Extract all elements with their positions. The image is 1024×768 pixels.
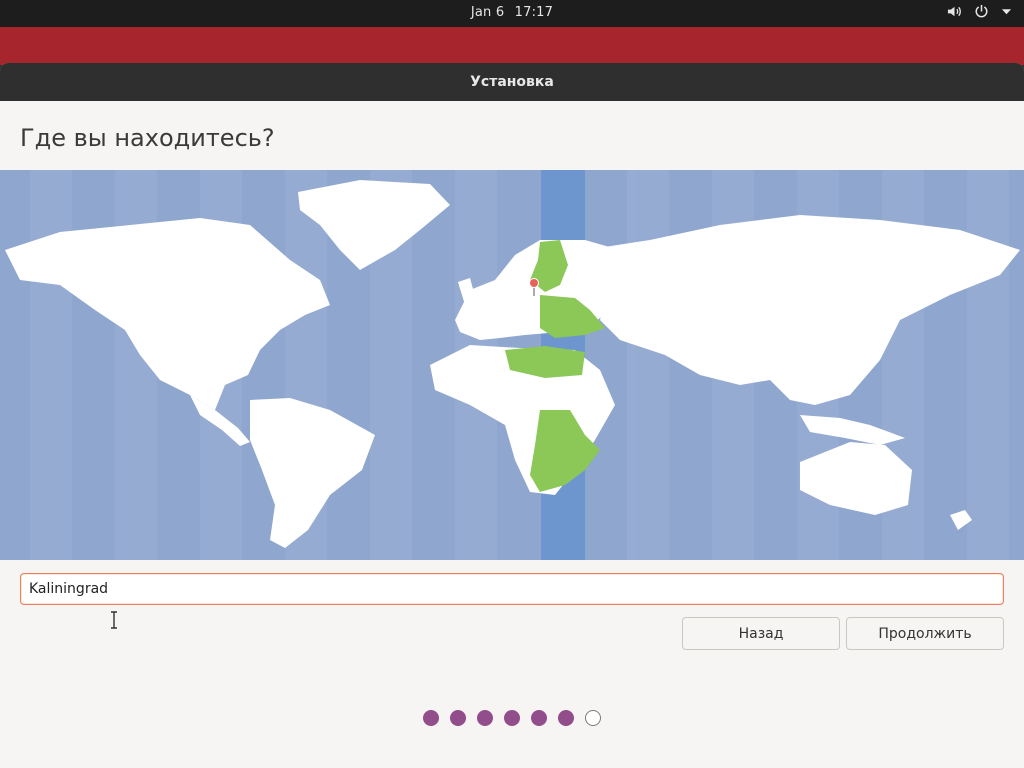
clock-date: Jan 6 (470, 5, 505, 20)
progress-indicator (0, 710, 1024, 726)
location-input[interactable] (20, 573, 1004, 605)
progress-dot (423, 710, 439, 726)
back-button[interactable]: Назад (682, 617, 840, 650)
installer-window: Установка Где вы находитесь? Kaliningrad… (0, 63, 1024, 768)
progress-dot (477, 710, 493, 726)
clock[interactable]: Jan 6 17:17 (0, 5, 1024, 20)
clock-time: 17:17 (514, 5, 554, 20)
top-bar: Jan 6 17:17 (0, 0, 1024, 27)
world-timezone-map[interactable] (0, 170, 1024, 560)
progress-dot (585, 710, 601, 726)
desktop-background (0, 27, 1024, 65)
chevron-down-icon[interactable] (1001, 6, 1012, 17)
page-heading: Где вы находитесь? (20, 124, 275, 152)
window-title: Установка (0, 63, 1024, 101)
progress-dot (531, 710, 547, 726)
power-icon[interactable] (974, 4, 989, 19)
continue-button[interactable]: Продолжить (846, 617, 1004, 650)
progress-dot (450, 710, 466, 726)
progress-dot (504, 710, 520, 726)
progress-dot (558, 710, 574, 726)
text-cursor-icon (111, 611, 117, 629)
volume-icon[interactable] (947, 4, 962, 19)
system-tray[interactable] (947, 4, 1012, 19)
